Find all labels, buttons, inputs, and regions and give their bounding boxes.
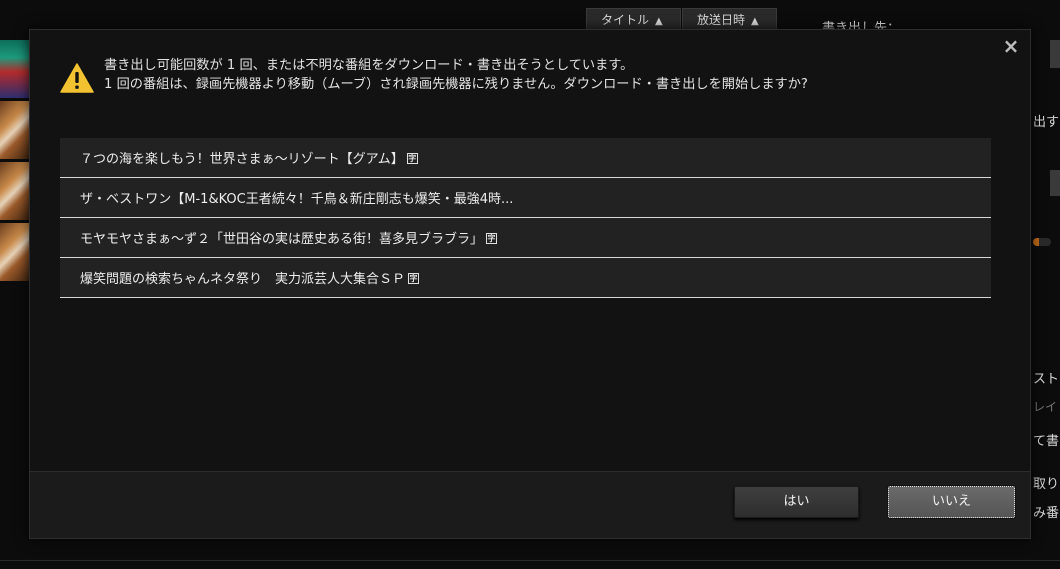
sort-date-button[interactable]: 放送日時 ▲ — [682, 8, 777, 30]
warning-icon — [60, 63, 94, 93]
program-thumbnail[interactable] — [0, 40, 30, 98]
message-line-1: 書き出し可能回数が 1 回、または不明な番組をダウンロード・書き出そうとしていま… — [104, 58, 634, 73]
program-list: ７つの海を楽しもう！世界さまぁ～リゾート【グアム】 字 ザ・ベストワン【M-1&… — [60, 138, 991, 298]
sort-title-button[interactable]: タイトル ▲ — [586, 8, 681, 30]
sort-up-icon: ▲ — [751, 16, 759, 27]
program-thumbnail[interactable] — [0, 223, 30, 281]
program-title: ７つの海を楽しもう！世界さまぁ～リゾート【グアム】 — [80, 152, 404, 167]
program-title: モヤモヤさまぁ～ず２「世田谷の実は歴史ある街！喜多見ブラブラ」 — [80, 232, 484, 247]
thumbnail-column — [0, 40, 30, 285]
program-title: ザ・ベストワン【M-1&KOC王者続々！千鳥＆新庄剛志も爆笑・最強4時... — [80, 192, 514, 207]
divider — [0, 560, 1060, 561]
no-button[interactable]: いいえ — [887, 485, 1016, 519]
list-item[interactable]: 爆笑問題の検索ちゃんネタ祭り 実力派芸人大集合ＳＰ 字 — [60, 258, 991, 298]
yes-button[interactable]: はい — [734, 486, 859, 518]
program-title: 爆笑問題の検索ちゃんネタ祭り 実力派芸人大集合ＳＰ — [80, 272, 406, 287]
sort-date-label: 放送日時 — [697, 13, 746, 27]
caption-icon: 字 — [408, 273, 420, 284]
background-control[interactable] — [1050, 40, 1060, 68]
message-line-2: 1 回の番組は、録画先機器より移動（ムーブ）され録画先機器に残りません。ダウンロ… — [104, 77, 808, 92]
background-indicator — [1033, 238, 1051, 246]
capture-fragment: 取り出 — [1033, 477, 1060, 492]
program-thumbnail[interactable] — [0, 101, 30, 159]
caption-icon: 字 — [406, 153, 418, 164]
export2-fragment: て書 — [1033, 434, 1060, 449]
list-fragment: スト — [1033, 372, 1060, 387]
caption-icon: 字 — [486, 233, 498, 244]
list-item[interactable]: ７つの海を楽しもう！世界さまぁ～リゾート【グアム】 字 — [60, 138, 991, 178]
close-icon[interactable]: × — [1002, 36, 1020, 56]
dialog-footer: はい いいえ — [30, 471, 1030, 538]
program-thumbnail[interactable] — [0, 162, 30, 220]
list-item[interactable]: モヤモヤさまぁ～ず２「世田谷の実は歴史ある街！喜多見ブラブラ」 字 — [60, 218, 991, 258]
layout-fragment: レイト — [1033, 400, 1060, 414]
program-fragment: み番 — [1033, 506, 1060, 521]
background-control[interactable] — [1050, 170, 1060, 196]
export-fragment: 出す — [1033, 115, 1060, 130]
list-item[interactable]: ザ・ベストワン【M-1&KOC王者続々！千鳥＆新庄剛志も爆笑・最強4時... — [60, 178, 991, 218]
confirm-message: 書き出し可能回数が 1 回、または不明な番組をダウンロード・書き出そうとしていま… — [104, 56, 808, 94]
confirm-dialog: × 書き出し可能回数が 1 回、または不明な番組をダウンロード・書き出そうとして… — [29, 29, 1031, 539]
sort-up-icon: ▲ — [655, 16, 663, 27]
sort-title-label: タイトル — [601, 13, 650, 27]
